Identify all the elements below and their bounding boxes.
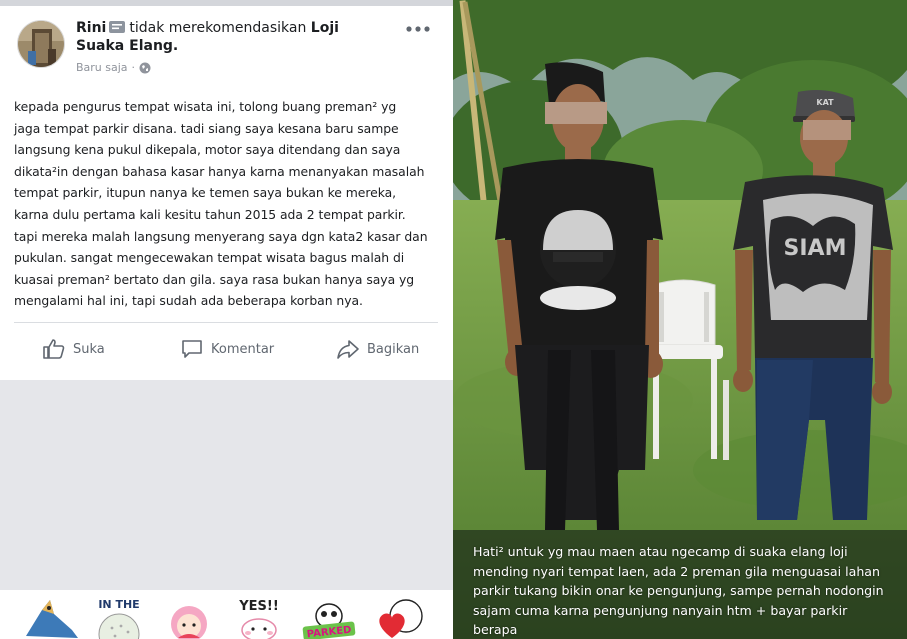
- bird-sticker-icon[interactable]: [20, 596, 82, 639]
- heart-sticker-icon[interactable]: [368, 596, 430, 639]
- face-blur-left: [545, 102, 607, 124]
- yes-bunny-sticker-icon[interactable]: YES!!: [228, 596, 290, 639]
- cap-text: KAT: [816, 98, 834, 107]
- post-header: Rini tidak merekomendasikan Loji Suaka El…: [76, 19, 376, 55]
- post-meta: Baru saja ·: [76, 61, 151, 74]
- author-name[interactable]: Rini: [76, 20, 106, 36]
- post-card: Rini tidak merekomendasikan Loji Suaka El…: [0, 6, 453, 380]
- comment-label: Komentar: [211, 341, 275, 357]
- photo-caption: Hati² untuk yg mau maen atau ngecamp di …: [473, 544, 884, 638]
- message-icon: [109, 21, 126, 33]
- like-button[interactable]: Suka: [42, 336, 105, 362]
- like-label: Suka: [73, 341, 105, 357]
- avatar[interactable]: [17, 20, 65, 68]
- shirt-text-right: SIAM: [784, 236, 847, 261]
- comment-button[interactable]: Komentar: [180, 336, 274, 362]
- share-icon: [337, 340, 359, 359]
- sticker-text-yes: YES!!: [238, 599, 279, 614]
- photo-panel: KAT SIAM Hati² untuk yg mau maen atau ng…: [453, 0, 907, 639]
- thumbs-up-icon: [43, 339, 65, 359]
- face-blur-right: [803, 120, 851, 140]
- dot-separator: ·: [131, 61, 136, 74]
- in-the-golf-sticker-icon[interactable]: IN THE: [88, 596, 150, 639]
- comment-icon: [182, 340, 202, 358]
- more-options-icon[interactable]: [404, 22, 432, 36]
- globe-icon: [139, 62, 151, 73]
- sticker-bar: IN THE YES!! PARKED: [0, 590, 453, 639]
- post-time[interactable]: Baru saja: [76, 61, 128, 74]
- recommend-text: tidak merekomendasikan: [129, 20, 307, 36]
- pink-girl-sticker-icon[interactable]: [158, 596, 220, 639]
- divider: [14, 322, 438, 323]
- sticker-text-in-the: IN THE: [98, 598, 139, 611]
- post-body: kepada pengurus tempat wisata ini, tolon…: [14, 99, 428, 309]
- parked-sticker-icon[interactable]: PARKED: [298, 596, 360, 639]
- share-button[interactable]: Bagikan: [336, 336, 419, 362]
- share-label: Bagikan: [367, 341, 420, 357]
- facebook-post-screenshot: Rini tidak merekomendasikan Loji Suaka El…: [0, 0, 453, 639]
